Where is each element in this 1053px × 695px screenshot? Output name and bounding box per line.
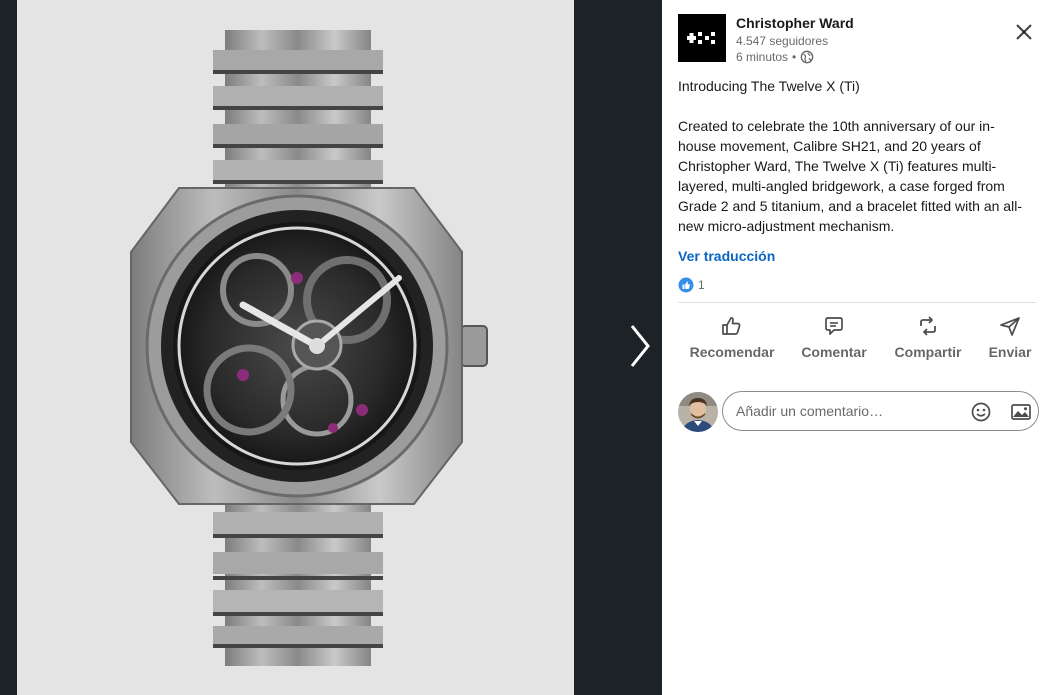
media-viewer [0, 0, 662, 695]
repost-icon [920, 316, 936, 336]
emoji-icon [971, 402, 991, 422]
send-label: Enviar [988, 344, 1032, 360]
post-details-panel: Christopher Ward 4.547 seguidores 6 minu… [662, 0, 1053, 695]
post-meta: 6 minutos • [736, 50, 814, 64]
post-body: Created to celebrate the 10th anniversar… [678, 118, 1022, 234]
comment-icon [825, 317, 843, 335]
share-label: Compartir [894, 344, 962, 360]
comment-button[interactable]: Comentar [799, 314, 869, 370]
post-image-watch[interactable] [17, 0, 574, 695]
thumbs-up-icon [722, 317, 741, 335]
close-button[interactable] [1012, 20, 1036, 44]
image-icon [1011, 404, 1031, 420]
close-icon [1016, 24, 1032, 40]
reaction-count: 1 [698, 278, 705, 292]
recommend-button[interactable]: Recomendar [689, 314, 775, 370]
post-title: Introducing The Twelve X (Ti) [678, 78, 860, 94]
meta-separator: • [792, 50, 797, 64]
emoji-button[interactable] [969, 400, 993, 424]
divider [678, 302, 1036, 303]
user-avatar-image [678, 392, 718, 432]
globe-icon [800, 50, 814, 64]
chevron-right-icon [630, 325, 650, 367]
company-logo[interactable] [678, 14, 726, 62]
comment-label: Comentar [801, 344, 867, 360]
avatar[interactable] [678, 392, 718, 432]
christopher-ward-logo-icon [687, 32, 715, 44]
social-actions-bar: Recomendar Comentar Compartir Enviar [678, 314, 1048, 370]
comment-box [722, 391, 1039, 431]
reaction-summary[interactable]: 1 [678, 277, 705, 293]
send-icon [1000, 317, 1020, 336]
follower-count: 4.547 seguidores [736, 34, 829, 48]
comment-input[interactable] [734, 402, 958, 420]
like-reaction-icon [678, 277, 694, 293]
post-text: Introducing The Twelve X (Ti) Created to… [678, 76, 1030, 236]
next-image-button[interactable] [622, 318, 658, 374]
send-button[interactable]: Enviar [985, 314, 1035, 370]
recommend-label: Recomendar [689, 344, 775, 360]
see-translation-link[interactable]: Ver traducción [678, 248, 775, 264]
author-name[interactable]: Christopher Ward [736, 15, 854, 31]
add-image-button[interactable] [1009, 400, 1033, 424]
post-time: 6 minutos [736, 50, 789, 64]
share-button[interactable]: Compartir [891, 314, 965, 370]
